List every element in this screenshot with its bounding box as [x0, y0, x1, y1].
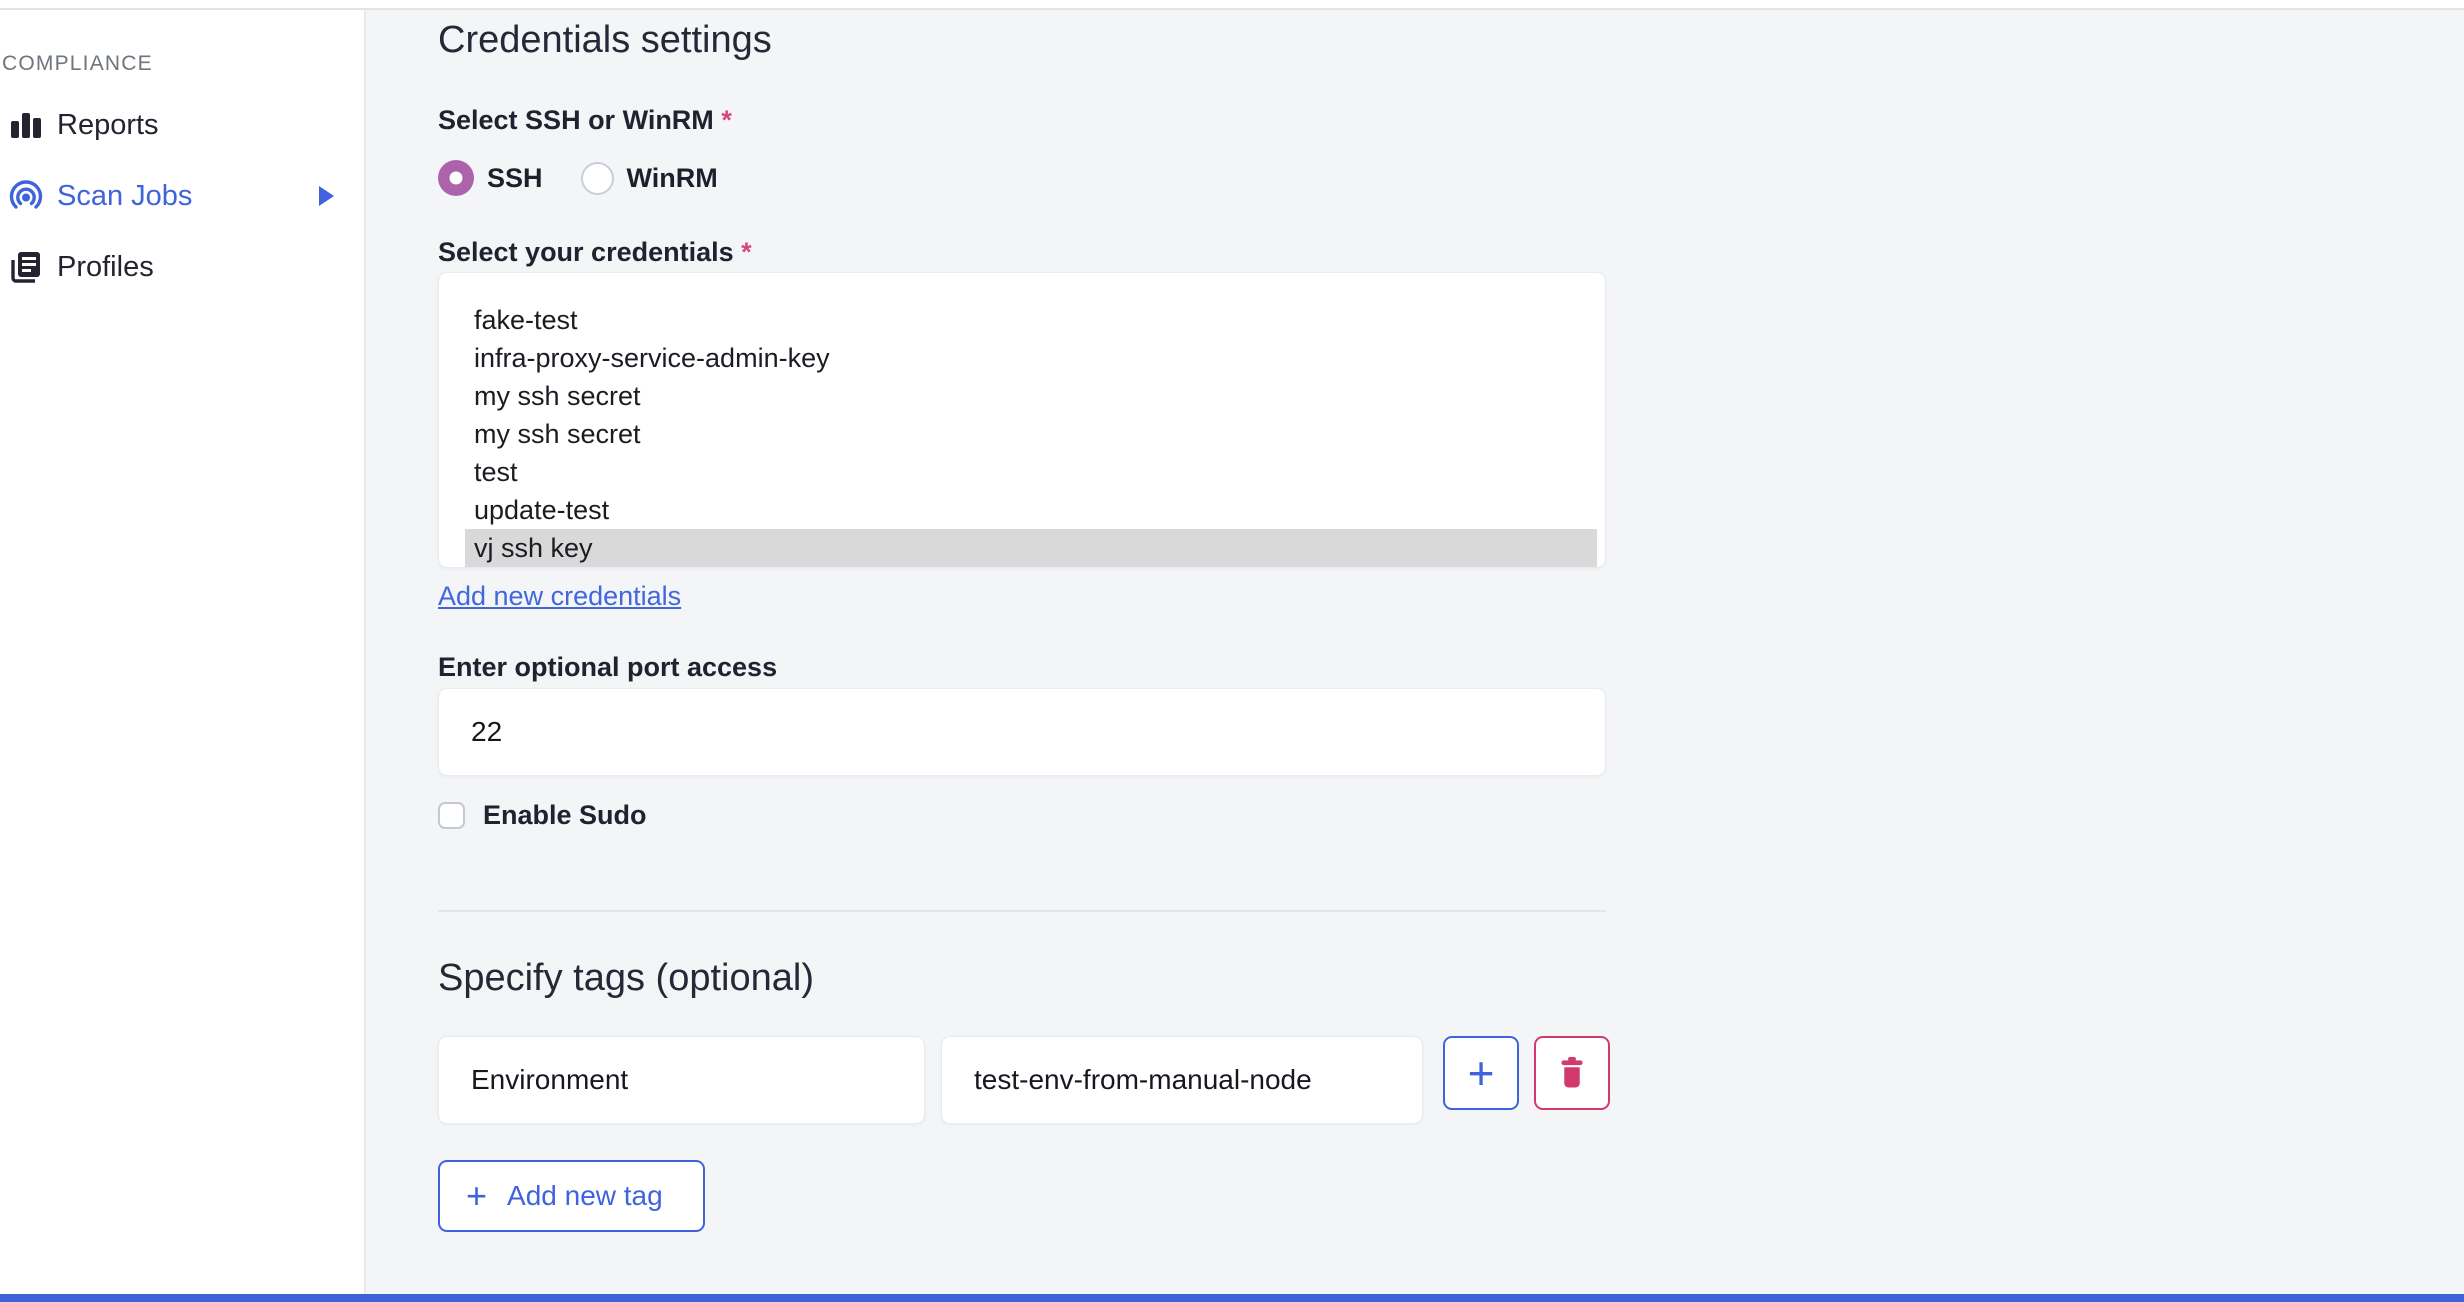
credential-option-selected[interactable]: vj ssh key [465, 529, 1597, 567]
tag-row: + [438, 1036, 2464, 1124]
protocol-radio-group: SSH WinRM [438, 160, 2464, 196]
trash-icon [1555, 1054, 1589, 1093]
credential-option[interactable]: test [465, 453, 1597, 491]
ssh-radio-label[interactable]: SSH [487, 163, 543, 194]
tag-key-input[interactable] [438, 1036, 925, 1124]
plus-icon: + [1467, 1047, 1495, 1099]
credential-option[interactable]: my ssh secret [465, 415, 1597, 453]
top-border [0, 0, 2464, 10]
section-divider [438, 910, 1606, 912]
submenu-arrow-icon [319, 186, 334, 206]
radar-icon [5, 178, 47, 214]
bottom-accent-bar [0, 1294, 2464, 1302]
page-title: Credentials settings [438, 19, 772, 61]
app-window: COMPLIANCE Reports Scan Jobs Profiles Cr… [0, 0, 2464, 1302]
sidebar-item-label: Reports [57, 108, 159, 141]
tags-section-heading: Specify tags (optional) [438, 957, 814, 999]
winrm-radio-label[interactable]: WinRM [627, 163, 718, 194]
port-input[interactable] [438, 688, 1606, 776]
sidebar-section-label: COMPLIANCE [2, 52, 153, 75]
sidebar-item-scan-jobs[interactable]: Scan Jobs [0, 174, 364, 218]
ssh-radio[interactable] [438, 160, 474, 196]
plus-icon: + [466, 1175, 488, 1216]
sidebar-item-label: Profiles [57, 250, 154, 283]
required-marker: * [721, 105, 732, 135]
credentials-settings-panel: Credentials settings Select SSH or WinRM… [366, 10, 2464, 1294]
enable-sudo-row: Enable Sudo [438, 800, 2464, 831]
add-tag-row-button[interactable]: + [1443, 1036, 1519, 1110]
add-new-tag-button[interactable]: + Add new tag [438, 1160, 705, 1232]
enable-sudo-checkbox[interactable] [438, 801, 465, 829]
add-new-credentials-link[interactable]: Add new credentials [438, 581, 681, 611]
credential-option[interactable]: infra-proxy-service-admin-key [465, 339, 1597, 377]
protocol-field-label: Select SSH or WinRM * [438, 105, 732, 135]
sidebar-nav: Reports Scan Jobs Profiles [0, 103, 364, 289]
sidebar-item-reports[interactable]: Reports [0, 103, 364, 147]
delete-tag-row-button[interactable] [1534, 1036, 1610, 1110]
credential-option[interactable]: fake-test [465, 301, 1597, 339]
credential-option[interactable]: update-test [465, 491, 1597, 529]
winrm-radio[interactable] [580, 161, 614, 195]
bar-chart-icon [5, 107, 47, 143]
sidebar-item-profiles[interactable]: Profiles [0, 245, 364, 289]
port-field-label: Enter optional port access [438, 652, 778, 682]
enable-sudo-label[interactable]: Enable Sudo [483, 800, 647, 831]
library-icon [5, 249, 47, 285]
credential-option[interactable]: my ssh secret [465, 377, 1597, 415]
compliance-sidebar: COMPLIANCE Reports Scan Jobs Profiles [0, 10, 366, 1294]
required-marker: * [741, 237, 752, 267]
credentials-listbox[interactable]: fake-test infra-proxy-service-admin-key … [438, 272, 1606, 568]
tag-value-input[interactable] [941, 1036, 1423, 1124]
sidebar-item-label: Scan Jobs [57, 179, 193, 212]
credentials-field-label: Select your credentials * [438, 237, 752, 267]
